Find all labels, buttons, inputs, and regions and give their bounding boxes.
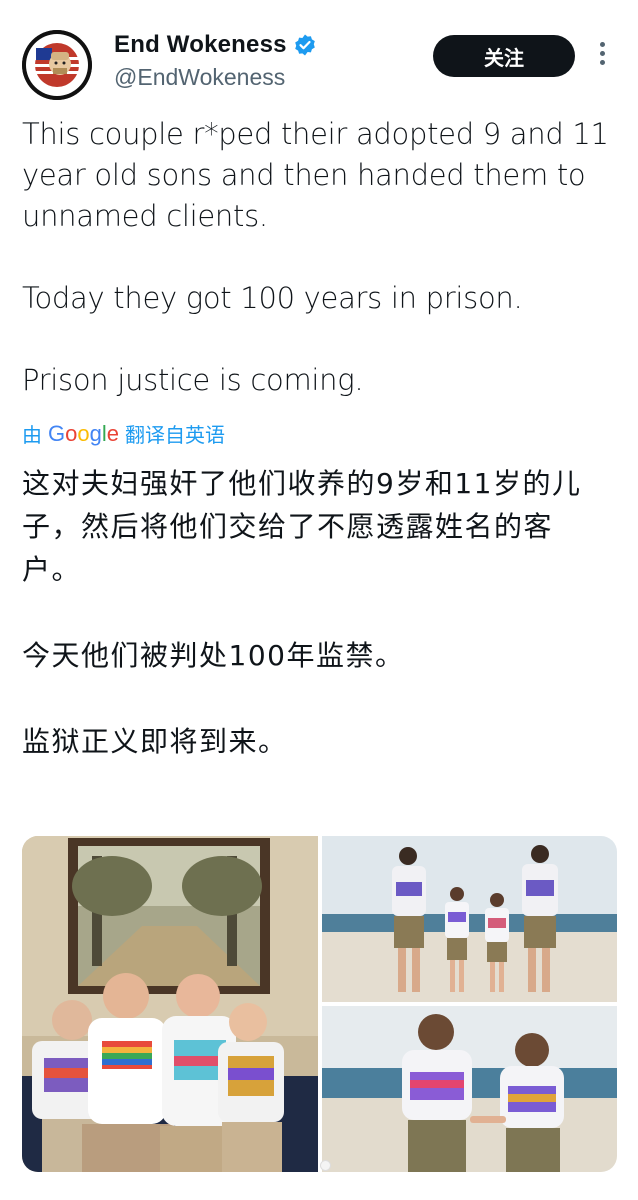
google-logo-g: G — [48, 420, 66, 446]
tweet-text: This couple r*ped their adopted 9 and 11… — [22, 114, 622, 401]
google-logo: Google — [48, 420, 120, 446]
avatar[interactable] — [22, 30, 92, 100]
translated-line: 子，然后将他们交给了不愿透露姓名的客 — [22, 510, 554, 543]
family-portrait-photo[interactable] — [22, 836, 318, 1172]
family-beach-back-photo[interactable] — [322, 836, 617, 1002]
media-indicator-icon — [320, 1160, 331, 1171]
tweet-line: Today they got 100 years in prison. — [22, 281, 523, 315]
translated-line: 今天他们被判处100年监禁。 — [22, 639, 405, 672]
author-name-row[interactable]: End Wokeness — [114, 31, 317, 59]
translated-line: 监狱正义即将到来。 — [22, 725, 288, 758]
tweet-line: Prison justice is coming. — [22, 363, 364, 397]
tweet-line: unnamed clients. — [22, 199, 268, 233]
tweet-line-spacer — [22, 237, 622, 278]
verified-badge-icon — [293, 33, 317, 57]
translated-text: 这对夫妇强奸了他们收养的9岁和11岁的儿 子，然后将他们交给了不愿透露姓名的客 … — [22, 462, 622, 763]
tweet-header: End Wokeness @EndWokeness 关注 — [0, 0, 638, 110]
media-grid[interactable] — [22, 836, 617, 1172]
translated-line: 这对夫妇强奸了他们收养的9岁和11岁的儿 — [22, 467, 582, 500]
tweet-line: This couple r*ped their adopted 9 and 11 — [22, 117, 609, 151]
two-boys-beach-photo[interactable] — [322, 1006, 617, 1172]
translated-line-spacer — [22, 591, 622, 634]
tweet-line: year old sons and then handed them to — [22, 158, 586, 192]
translation-suffix: 翻译自英语 — [125, 423, 226, 447]
translation-prefix: 由 — [22, 423, 42, 447]
translated-line-spacer — [22, 677, 622, 720]
follow-button[interactable]: 关注 — [433, 35, 575, 77]
more-vertical-icon[interactable] — [596, 42, 608, 70]
tweet-line-spacer — [22, 319, 622, 360]
author-handle[interactable]: @EndWokeness — [114, 64, 285, 91]
translation-attribution[interactable]: 由 Google 翻译自英语 — [22, 419, 225, 448]
support-former-things-avatar-icon — [22, 30, 92, 100]
translated-line: 户。 — [22, 553, 82, 586]
author-display-name[interactable]: End Wokeness — [114, 31, 287, 59]
